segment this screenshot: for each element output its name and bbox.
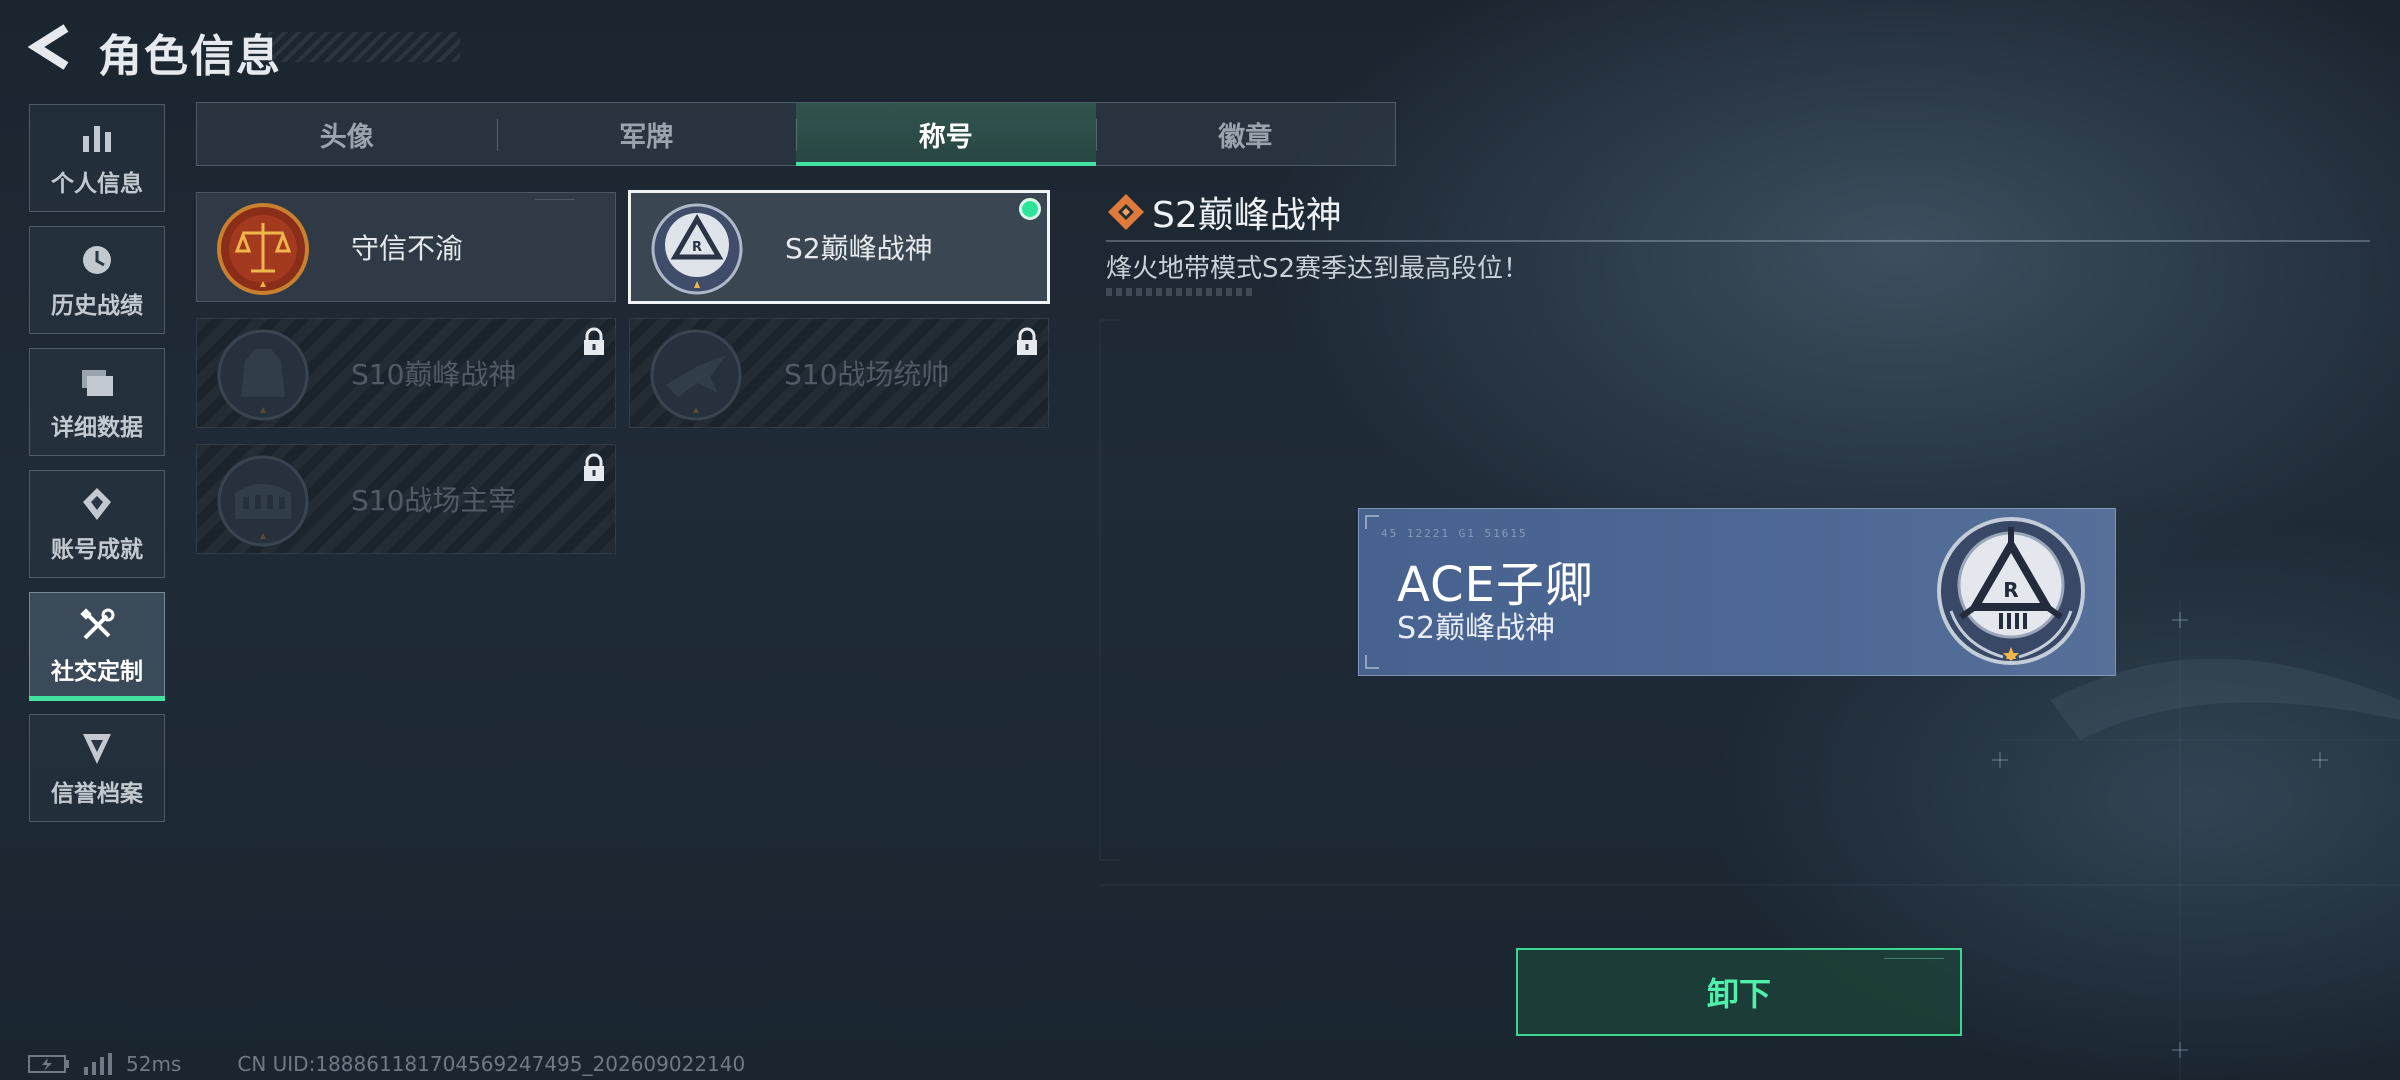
tools-icon	[80, 608, 115, 640]
lock-icon	[584, 453, 604, 481]
plate-corner	[1365, 655, 1379, 669]
title-decoration	[268, 32, 460, 62]
uid-text: CN UID:18886118170456924749​5_2026090221…	[237, 1052, 746, 1076]
tab-title[interactable]: 称号	[796, 103, 1096, 166]
sidebar-item-personal-info[interactable]: 个人信息	[29, 104, 165, 212]
rank-emblem-icon: R	[1937, 517, 2085, 665]
sidebar-item-label: 账号成就	[51, 537, 143, 563]
shield-emblem-icon	[83, 734, 111, 764]
sidebar-item-social-custom[interactable]: 社交定制	[29, 592, 165, 701]
detail-decoration	[1106, 288, 1256, 296]
title-name: S2巅峰战神	[785, 232, 933, 265]
sidebar-item-label: 信誉档案	[51, 781, 143, 807]
sidebar-item-achievements[interactable]: 账号成就	[29, 470, 165, 578]
sidebar-item-detailed-data[interactable]: 详细数据	[29, 348, 165, 456]
detail-description: 烽火地带模式S2赛季达到最高段位！	[1106, 254, 1530, 284]
preview-title: S2巅峰战神	[1397, 611, 1556, 646]
category-tabs: 头像 军牌 称号 徽章	[196, 102, 1396, 166]
title-card-shouxin[interactable]: 守信不渝	[196, 192, 616, 302]
battery-icon	[28, 1055, 69, 1073]
title-card-s10-dominator[interactable]: S10战场主宰	[196, 444, 616, 554]
building-badge-icon	[217, 329, 309, 421]
detail-title: S2巅峰战神	[1152, 195, 1342, 236]
sidebar-item-label: 个人信息	[51, 171, 143, 197]
equipped-indicator	[1019, 198, 1041, 220]
title-name: S10战场统帅	[784, 358, 950, 391]
plate-corner	[1365, 515, 1379, 529]
svg-text:R: R	[692, 240, 702, 255]
title-name: S10巅峰战神	[351, 358, 517, 391]
bar-chart-icon	[83, 126, 111, 152]
ping-text: 52ms	[126, 1052, 182, 1076]
sidebar-item-label: 历史战绩	[51, 293, 143, 319]
status-bar: 52ms CN UID:18886118170456924749​5_20260…	[28, 1052, 745, 1076]
back-button[interactable]	[26, 22, 74, 72]
page-title: 角色信息	[98, 31, 282, 82]
title-name: S10战场主宰	[351, 484, 517, 517]
sidebar-item-reputation[interactable]: 信誉档案	[29, 714, 165, 822]
rank-emblem-icon: R	[651, 203, 743, 295]
scales-badge-icon	[217, 203, 309, 295]
signal-icon	[84, 1053, 112, 1075]
back-arrow-icon	[27, 24, 69, 70]
title-card-s10-peak[interactable]: S10巅峰战神	[196, 318, 616, 428]
tab-avatar[interactable]: 头像	[197, 103, 497, 165]
unequip-button[interactable]: 卸下	[1516, 948, 1962, 1036]
button-decoration	[1884, 958, 1944, 964]
title-name: 守信不渝	[351, 232, 464, 265]
achievement-icon	[83, 488, 111, 520]
lock-icon	[584, 327, 604, 355]
aircraft-badge-icon	[650, 329, 742, 421]
unequip-label: 卸下	[1706, 975, 1771, 1013]
tab-dog-tag[interactable]: 军牌	[496, 103, 797, 165]
lock-icon	[1017, 327, 1037, 355]
clock-icon	[83, 246, 111, 274]
tab-badge[interactable]: 徽章	[1095, 103, 1396, 165]
sidebar-item-label: 详细数据	[51, 415, 143, 441]
plate-code: 45 12221 G1 51615	[1381, 527, 1528, 540]
card-decoration	[535, 199, 575, 205]
sidebar-item-history[interactable]: 历史战绩	[29, 226, 165, 334]
title-diamond-icon	[1108, 194, 1144, 230]
folders-icon	[82, 370, 113, 396]
active-indicator	[29, 696, 165, 701]
nameplate-preview: 45 12221 G1 51615 ACE子卿 S2巅峰战神 R	[1358, 508, 2116, 676]
sidebar-item-label: 社交定制	[51, 659, 143, 685]
svg-text:R: R	[2003, 578, 2018, 602]
title-card-s2-peak[interactable]: R S2巅峰战神	[628, 190, 1050, 304]
detail-divider	[1106, 240, 2370, 242]
colosseum-badge-icon	[217, 455, 309, 547]
title-card-s10-commander[interactable]: S10战场统帅	[629, 318, 1049, 428]
